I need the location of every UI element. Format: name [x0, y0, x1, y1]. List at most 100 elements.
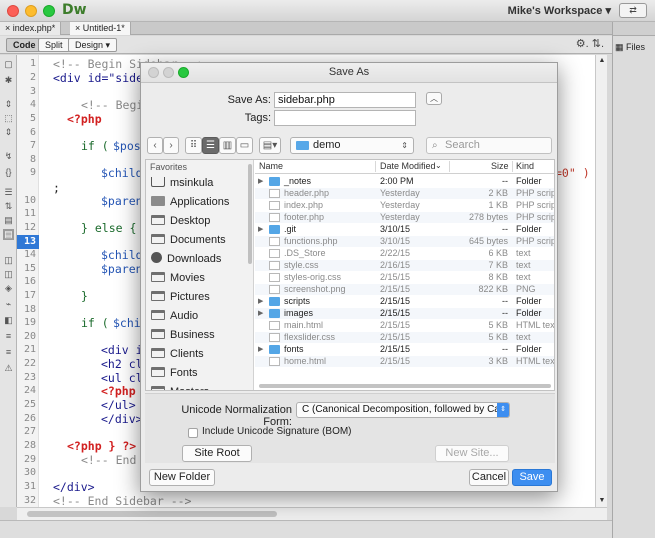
tab-index-php[interactable]: × index.php* [0, 22, 62, 35]
sidebar-item-business[interactable]: Business [151, 327, 215, 344]
new-folder-button[interactable]: New Folder [149, 469, 215, 486]
horizontal-scroll-thumb[interactable] [27, 511, 277, 517]
file-row[interactable]: functions.php 3/10/15 645 bytes PHP script [255, 236, 554, 247]
new-site-button[interactable]: New Site... [435, 445, 509, 462]
file-row[interactable]: ▶ scripts 2/15/15 -- Folder [255, 296, 554, 307]
column-view-button[interactable]: ▥ [219, 137, 236, 154]
file-row[interactable]: screenshot.png 2/15/15 822 KB PNG [255, 284, 554, 295]
balance-braces-icon[interactable]: {} [3, 167, 14, 178]
cancel-button[interactable]: Cancel [469, 469, 509, 486]
site-root-button[interactable]: Site Root [182, 445, 252, 462]
apply-comment-icon[interactable]: ◫ [3, 255, 14, 266]
tab-untitled-1[interactable]: × Untitled-1* [70, 22, 131, 35]
file-row[interactable]: index.php Yesterday 1 KB PHP script [255, 200, 554, 211]
file-row[interactable]: styles-orig.css 2/15/15 8 KB text [255, 272, 554, 283]
disclosure-triangle-icon[interactable]: ▶ [258, 308, 263, 319]
split-view-button[interactable]: Split [38, 38, 70, 52]
collapse-selection-icon[interactable]: ⬚ [3, 113, 14, 124]
indent-code-icon[interactable]: ≡ [3, 331, 14, 342]
cover-flow-button[interactable]: ▭ [236, 137, 253, 154]
dialog-minimize-button[interactable] [163, 67, 174, 78]
minimize-window-button[interactable] [25, 5, 37, 17]
sync-settings-icon[interactable]: ⇄ [619, 3, 647, 18]
file-row[interactable]: home.html 2/15/15 3 KB HTML text [255, 356, 554, 367]
file-row[interactable]: ▶ images 2/15/15 -- Folder [255, 308, 554, 319]
collapse-tag-icon[interactable]: ⇕ [3, 99, 14, 110]
syntax-coloring-icon[interactable]: ▤ [3, 215, 14, 226]
file-row[interactable]: footer.php Yesterday 278 bytes PHP script [255, 212, 554, 223]
file-management-icon[interactable]: ✱ [3, 75, 14, 86]
format-source-icon[interactable]: ⚠ [3, 363, 14, 374]
outdent-code-icon[interactable]: ≡ [3, 347, 14, 358]
editor-vertical-scrollbar[interactable]: ▲ ▼ [595, 55, 607, 507]
sidebar-item-applications[interactable]: Applications [151, 194, 229, 211]
file-row[interactable]: ▶ .git 3/10/15 -- Folder [255, 224, 554, 235]
file-row[interactable]: .DS_Store 2/22/15 6 KB text [255, 248, 554, 259]
sidebar-item-audio[interactable]: Audio [151, 308, 198, 325]
disclosure-triangle-icon[interactable]: ▶ [258, 344, 263, 355]
file-row[interactable]: flexslider.css 2/15/15 5 KB text [255, 332, 554, 343]
navigation-toolbar: ‹ › ⠿ ☰ ▥ ▭ ▤▾ demo ⇕ ⌕ Search [141, 135, 557, 157]
disclosure-triangle-icon[interactable]: ▶ [258, 296, 263, 307]
save-button[interactable]: Save [512, 469, 552, 486]
sidebar-item-pictures[interactable]: Pictures [151, 289, 210, 306]
arrange-button[interactable]: ▤▾ [259, 137, 281, 154]
file-row[interactable]: ▶ _notes 2:00 PM -- Folder [255, 176, 554, 187]
file-list-scroll-thumb[interactable] [259, 384, 551, 388]
sidebar-item-documents[interactable]: Documents [151, 232, 226, 249]
sidebar-item-msinkula[interactable]: msinkula [151, 175, 213, 192]
tags-input[interactable] [274, 110, 416, 126]
back-button[interactable]: ‹ [147, 137, 163, 154]
file-list-scrollbar[interactable] [255, 382, 554, 390]
column-name[interactable]: Name [259, 161, 283, 171]
column-kind[interactable]: Kind [516, 161, 534, 171]
column-size[interactable]: Size [491, 161, 509, 171]
sidebar-item-fonts[interactable]: Fonts [151, 365, 198, 382]
search-input[interactable]: ⌕ Search [426, 137, 552, 154]
remove-comment-icon[interactable]: ◫ [3, 269, 14, 280]
sidebar-item-desktop[interactable]: Desktop [151, 213, 210, 230]
file-row[interactable]: main.html 2/15/15 5 KB HTML text [255, 320, 554, 331]
workspace-switcher[interactable]: Mike's Workspace ▾ [508, 4, 611, 17]
design-view-button[interactable]: Design ▾ [68, 38, 118, 52]
word-wrap-icon[interactable]: ▤ [3, 229, 14, 240]
toolbar-options-icons[interactable]: ⚙. ⇅. [576, 37, 604, 50]
include-bom-checkbox[interactable] [188, 428, 198, 438]
file-row[interactable]: ▶ fonts 2/15/15 -- Folder [255, 344, 554, 355]
disclosure-triangle-icon[interactable]: ▶ [258, 176, 263, 187]
sidebar-item-masters[interactable]: Masters [151, 384, 209, 390]
select-parent-tag-icon[interactable]: ↯ [3, 151, 14, 162]
column-date-modified[interactable]: Date Modified [380, 161, 436, 171]
unicode-normalization-select[interactable]: C (Canonical Decomposition, followed by … [296, 402, 510, 418]
editor-horizontal-scrollbar[interactable] [17, 507, 607, 520]
current-folder-popup[interactable]: demo ⇕ [290, 137, 414, 154]
file-row[interactable]: style.css 2/16/15 7 KB text [255, 260, 554, 271]
scroll-down-arrow-icon[interactable]: ▼ [597, 496, 607, 506]
sidebar-item-clients[interactable]: Clients [151, 346, 204, 363]
line-numbers-icon[interactable]: ☰ [3, 187, 14, 198]
scroll-up-arrow-icon[interactable]: ▲ [597, 56, 607, 66]
close-window-button[interactable] [7, 5, 19, 17]
icon-view-button[interactable]: ⠿ [185, 137, 202, 154]
wrap-tag-icon[interactable]: ◈ [3, 283, 14, 294]
highlight-invalid-icon[interactable]: ⇅ [3, 201, 14, 212]
dialog-zoom-button[interactable] [178, 67, 189, 78]
zoom-window-button[interactable] [43, 5, 55, 17]
save-as-input[interactable]: sidebar.php [274, 92, 416, 108]
sidebar-scroll-thumb[interactable] [248, 164, 252, 264]
file-date: 2/15/15 [380, 332, 411, 342]
list-view-button[interactable]: ☰ [202, 137, 219, 154]
open-documents-icon[interactable]: ▢ [3, 59, 14, 70]
move-css-icon[interactable]: ◧ [3, 315, 14, 326]
sidebar-item-downloads[interactable]: Downloads [151, 251, 221, 268]
file-row[interactable]: header.php Yesterday 2 KB PHP script [255, 188, 554, 199]
forward-button[interactable]: › [163, 137, 179, 154]
expand-all-icon[interactable]: ⇕ [3, 127, 14, 138]
files-panel-tab[interactable]: ▦ Files [615, 42, 645, 53]
recent-snippets-icon[interactable]: ⌁ [3, 299, 14, 310]
expand-dialog-button[interactable]: ︿ [426, 92, 442, 105]
disclosure-triangle-icon[interactable]: ▶ [258, 224, 263, 235]
file-size: 7 KB [488, 260, 508, 270]
dialog-close-button[interactable] [148, 67, 159, 78]
sidebar-item-movies[interactable]: Movies [151, 270, 205, 287]
